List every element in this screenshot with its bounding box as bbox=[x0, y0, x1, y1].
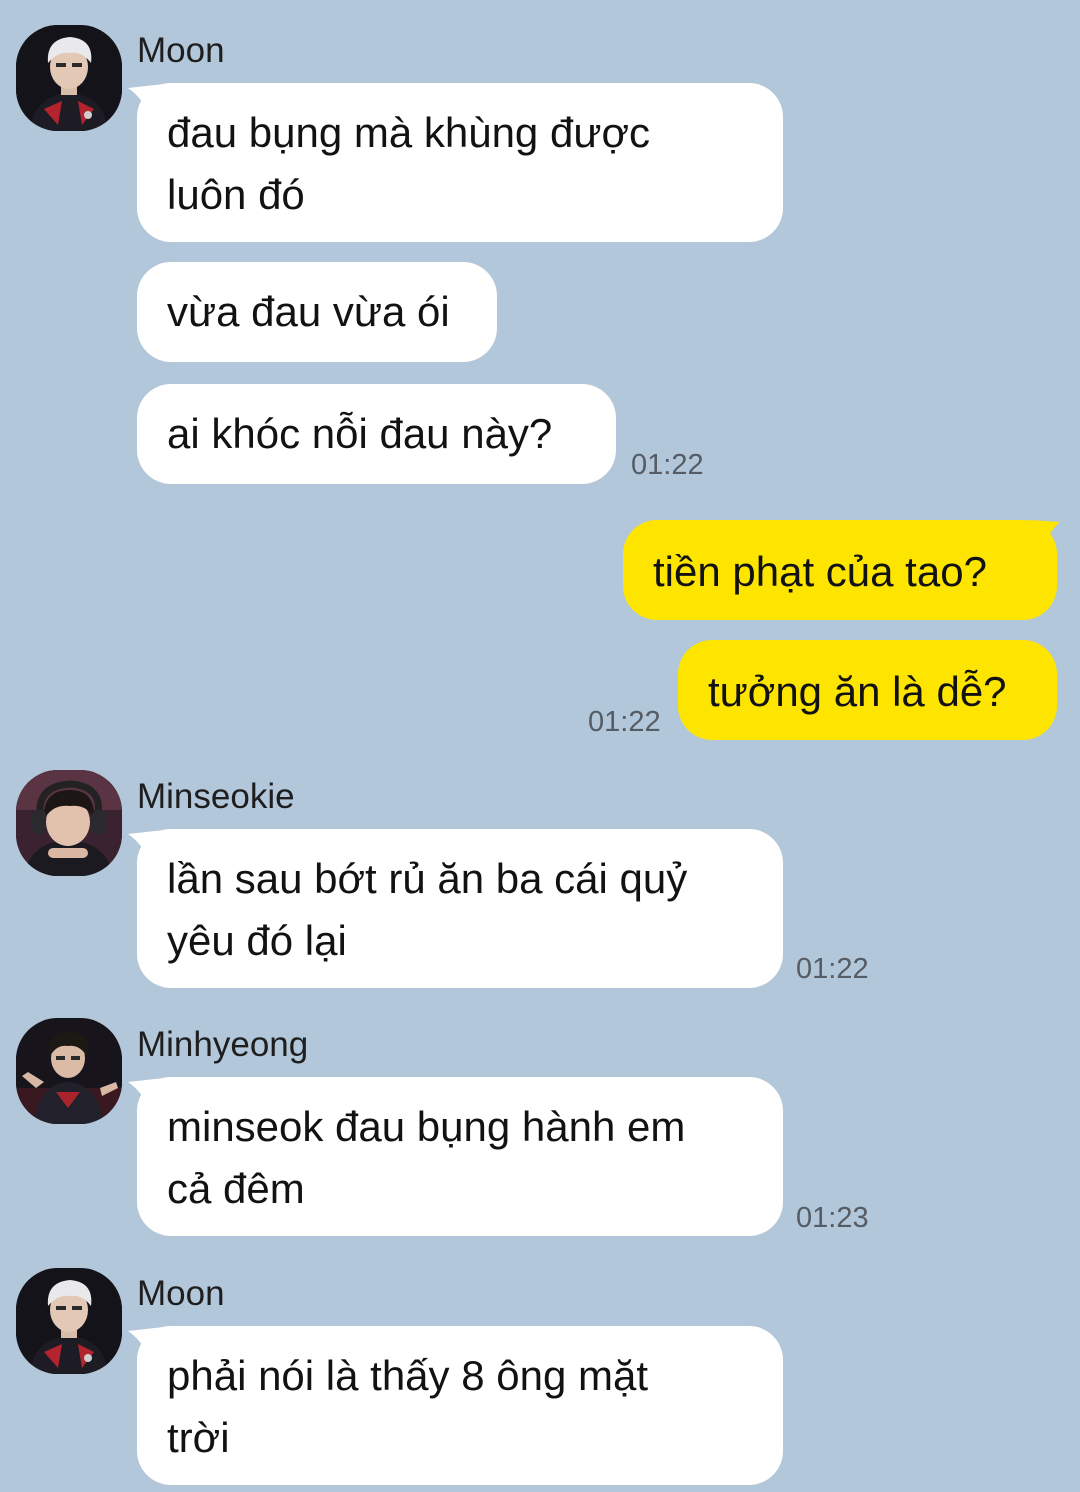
avatar-minhyeong[interactable] bbox=[16, 1018, 122, 1124]
sender-name: Minseokie bbox=[137, 777, 295, 816]
message-text: đau bụng mà khùng được bbox=[167, 109, 650, 156]
avatar-minseokie[interactable] bbox=[16, 770, 122, 876]
message-text: yêu đó lại bbox=[167, 917, 347, 964]
message-bubble[interactable]: phải nói là thấy 8 ông mặt trời bbox=[137, 1326, 783, 1485]
message-bubble[interactable]: đau bụng mà khùng được luôn đó bbox=[137, 83, 783, 242]
message-bubble[interactable]: tiền phạt của tao? bbox=[623, 520, 1057, 620]
avatar-photo-minhyeong bbox=[16, 1018, 122, 1124]
message-timestamp: 01:23 bbox=[796, 1202, 869, 1234]
avatar-photo-moon bbox=[16, 1268, 122, 1374]
sender-name: Minhyeong bbox=[137, 1025, 309, 1064]
message-bubble[interactable]: ai khóc nỗi đau này? bbox=[137, 384, 616, 484]
sender-name: Moon bbox=[137, 1274, 225, 1313]
avatar-moon[interactable] bbox=[16, 25, 122, 131]
message-text: ai khóc nỗi đau này? bbox=[167, 410, 553, 457]
message-bubble[interactable]: lần sau bớt rủ ăn ba cái quỷ yêu đó lại bbox=[137, 829, 783, 988]
message-text: lần sau bớt rủ ăn ba cái quỷ bbox=[167, 855, 688, 902]
message-bubble[interactable]: minseok đau bụng hành em cả đêm bbox=[137, 1077, 783, 1236]
message-text: minseok đau bụng hành em bbox=[167, 1103, 686, 1150]
avatar-photo-minseokie bbox=[16, 770, 122, 876]
message-bubble[interactable]: tưởng ăn là dễ? bbox=[678, 640, 1057, 740]
message-text: tiền phạt của tao? bbox=[653, 548, 987, 595]
message-text: trời bbox=[167, 1414, 230, 1461]
message-timestamp: 01:22 bbox=[796, 953, 869, 985]
message-text: luôn đó bbox=[167, 171, 305, 218]
message-timestamp: 01:22 bbox=[631, 449, 704, 481]
message-bubble[interactable]: vừa đau vừa ói bbox=[137, 262, 497, 362]
message-text: phải nói là thấy 8 ông mặt bbox=[167, 1352, 648, 1399]
message-text: tưởng ăn là dễ? bbox=[708, 668, 1007, 715]
message-text: cả đêm bbox=[167, 1165, 305, 1212]
message-text: vừa đau vừa ói bbox=[167, 288, 450, 335]
message-timestamp: 01:22 bbox=[588, 706, 661, 738]
avatar-moon[interactable] bbox=[16, 1268, 122, 1374]
sender-name: Moon bbox=[137, 31, 225, 70]
avatar-photo-moon bbox=[16, 25, 122, 131]
